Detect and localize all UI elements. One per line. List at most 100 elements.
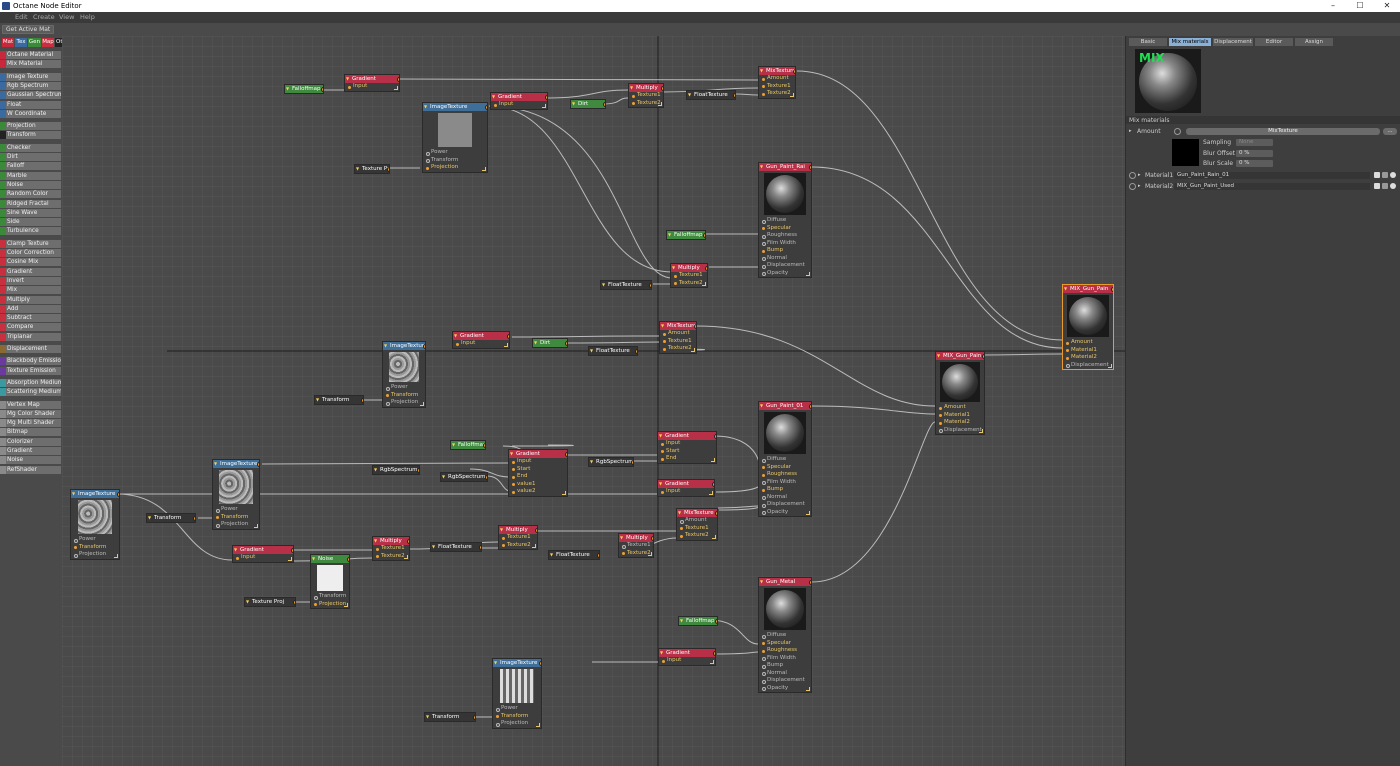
minimize-button[interactable]: – [1320,0,1346,12]
input-pin-material2[interactable]: Material2 [1063,354,1113,362]
output-port[interactable] [407,538,409,544]
input-pin-specular[interactable]: Specular [759,225,811,233]
node-title[interactable]: MIX_Gun_Pain [936,352,984,360]
resize-handle[interactable] [806,511,810,515]
output-port[interactable] [1111,286,1113,292]
output-port[interactable] [535,527,537,533]
node-title[interactable]: ImageTexture [213,460,259,468]
output-port[interactable] [485,104,487,110]
node-title[interactable]: Gradient [491,93,547,101]
node-title[interactable]: Gradient [233,546,293,554]
palette-item-gaussian-spectrum[interactable]: Gaussian Spectrum [0,91,61,100]
input-pin-value2[interactable]: value2 [509,488,567,496]
node-gradient[interactable]: GradientInput [232,545,294,563]
resize-handle[interactable] [790,92,794,97]
output-port[interactable] [565,451,567,457]
input-pin-transform[interactable]: Transform [311,593,349,601]
expand-arrow-icon[interactable]: ▸ [1138,172,1141,178]
output-port[interactable] [694,323,696,329]
resize-handle[interactable] [709,490,713,495]
node-gradient[interactable]: GradientInput [344,74,400,92]
input-pin-film-width[interactable]: Film Width [759,479,811,487]
material1-edit-icon[interactable] [1374,172,1380,178]
resize-handle[interactable] [420,401,424,406]
input-pin-transform[interactable]: Transform [71,544,119,552]
input-pin-power[interactable]: Power [493,705,541,713]
maximize-button[interactable]: ☐ [1347,0,1373,12]
node-title[interactable]: RgbSpectrum [441,473,487,481]
node-multiply[interactable]: MultiplyTexture1Texture2 [618,533,654,558]
input-pin-normal[interactable]: Normal [759,255,811,263]
input-pin-power[interactable]: Power [213,506,259,514]
node-rgbspectrum[interactable]: RgbSpectrum [588,457,634,467]
node-title[interactable]: Multiply [619,534,653,542]
palette-item-random-color[interactable]: Random Color [0,190,61,199]
output-port[interactable] [715,618,717,624]
input-pin-displacement[interactable]: Displacement [759,677,811,685]
resize-handle[interactable] [712,534,716,539]
palette-item-ridged-fractal[interactable]: Ridged Fractal [0,199,61,208]
node-imagetexture[interactable]: ImageTexture PowerTransformProjection [492,658,542,729]
input-pin-texture1[interactable]: Texture1 [619,542,653,550]
input-pin-material1[interactable]: Material1 [1063,347,1113,355]
input-pin-input[interactable]: Input [453,340,509,348]
palette-item-scattering-medium[interactable]: Scattering Medium [0,388,61,397]
output-port[interactable] [597,552,599,558]
node-falloffmap[interactable]: Falloffmap [678,616,718,626]
palette-item-absorption-medium[interactable]: Absorption Medium [0,378,61,387]
input-pin-projection[interactable]: Projection [383,399,425,407]
palette-item-clamp-texture[interactable]: Clamp Texture [0,239,61,248]
node-multiply[interactable]: MultiplyTexture1Texture2 [670,263,708,288]
output-port[interactable] [713,650,715,656]
node-multiply[interactable]: MultiplyTexture1Texture2 [628,83,664,108]
input-pin-value1[interactable]: value1 [509,481,567,489]
node-gradient[interactable]: GradientInput [658,648,716,666]
output-port[interactable] [565,340,567,346]
input-pin-diffuse[interactable]: Diffuse [759,632,811,640]
node-gun-paint-rai[interactable]: Gun_Paint_Rai DiffuseSpecularRoughnessFil… [758,162,812,278]
resize-handle[interactable] [536,722,540,727]
expand-arrow-icon[interactable]: ▸ [1138,183,1141,189]
input-pin-end[interactable]: End [658,455,716,463]
input-pin-displacement[interactable]: Displacement [759,262,811,270]
material2-arrow-icon[interactable] [1382,183,1388,189]
input-pin-end[interactable]: End [509,473,567,481]
input-pin-roughness[interactable]: Roughness [759,232,811,240]
palette-item-displacement[interactable]: Displacement [0,345,61,353]
node-title[interactable]: Falloffmap [451,441,485,449]
node-canvas[interactable]: GradientInputFalloffmapGradientInputImag… [62,36,1125,766]
palette-item-mix-material[interactable]: Mix Material [0,60,61,69]
palette-item-refshader[interactable]: RefShader [0,465,61,474]
node-title[interactable]: Noise [311,555,349,563]
output-port[interactable] [539,660,541,666]
node-gradient[interactable]: GradientInput [452,331,510,349]
tab-editor[interactable]: Editor [1255,38,1293,46]
palette-item-dirt[interactable]: Dirt [0,153,61,161]
input-pin-amount[interactable]: Amount [1063,339,1113,347]
material2-field[interactable]: MIX_Gun_Paint_Used [1174,183,1370,190]
palette-item-mix[interactable]: Mix [0,286,61,295]
resize-handle[interactable] [404,555,408,559]
node-title[interactable]: FloatTexture [431,543,481,551]
category-tab-tex[interactable]: Tex [15,38,27,47]
node-title[interactable]: FloatTexture [687,91,735,99]
node-multiply[interactable]: MultiplyTexture1Texture2 [372,536,410,561]
amount-more-button[interactable]: ... [1383,128,1397,135]
category-tab-gen[interactable]: Gen [28,38,41,47]
node-title[interactable]: Multiply [499,526,537,534]
input-pin-roughness[interactable]: Roughness [759,471,811,479]
node-title[interactable]: Falloffmap [667,231,705,239]
node-mix-gun-pain[interactable]: MIX_Gun_Pain AmountMaterial1Material2Disp… [1062,284,1114,370]
sampling-select[interactable]: None [1236,139,1273,146]
palette-item-compare[interactable]: Compare [0,323,61,332]
tab-displacement[interactable]: Displacement [1213,38,1253,46]
node-title[interactable]: Gradient [658,480,714,488]
palette-item-octane-material[interactable]: Octane Material [0,51,61,59]
material2-clear-icon[interactable] [1390,183,1396,189]
palette-item-color-correction[interactable]: Color Correction [0,249,61,257]
palette-item-noise[interactable]: Noise [0,456,61,465]
input-pin-projection[interactable]: Projection [213,521,259,529]
input-pin-amount[interactable]: Amount [936,404,984,412]
node-title[interactable]: MixTexture [677,509,717,517]
menu-edit[interactable]: Edit [15,12,28,23]
